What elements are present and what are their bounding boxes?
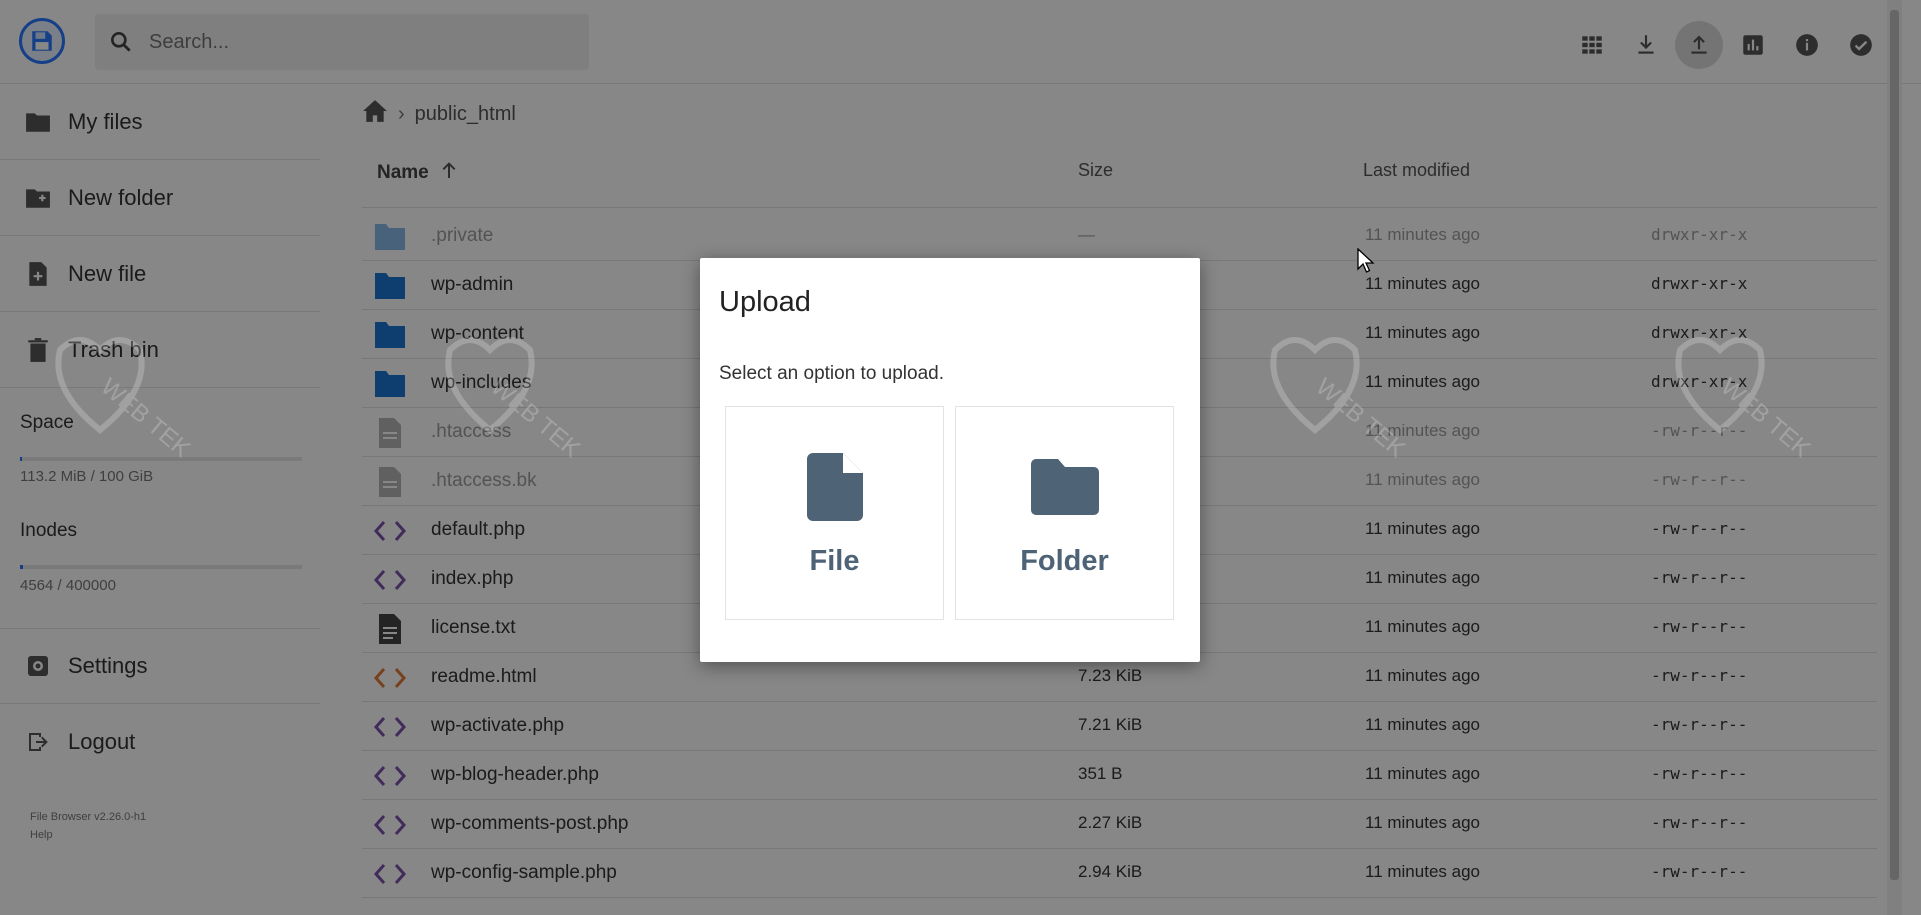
dialog-title: Upload <box>719 286 811 318</box>
watermark-logo: WEB TEK <box>1255 330 1455 490</box>
upload-file-label: File <box>809 545 860 577</box>
watermark-logo: WEB TEK <box>430 330 630 490</box>
watermark-logo: WEB TEK <box>40 330 240 490</box>
upload-file-button[interactable]: File <box>725 406 944 620</box>
mouse-cursor-icon <box>1357 247 1375 279</box>
upload-dialog: Upload Select an option to upload. File … <box>700 258 1200 662</box>
watermark-logo: WEB TEK <box>1660 330 1860 490</box>
upload-folder-button[interactable]: Folder <box>955 406 1174 620</box>
dialog-message: Select an option to upload. <box>719 363 945 384</box>
folder-icon <box>956 459 1173 515</box>
upload-folder-label: Folder <box>1020 545 1109 577</box>
file-icon <box>726 453 943 521</box>
